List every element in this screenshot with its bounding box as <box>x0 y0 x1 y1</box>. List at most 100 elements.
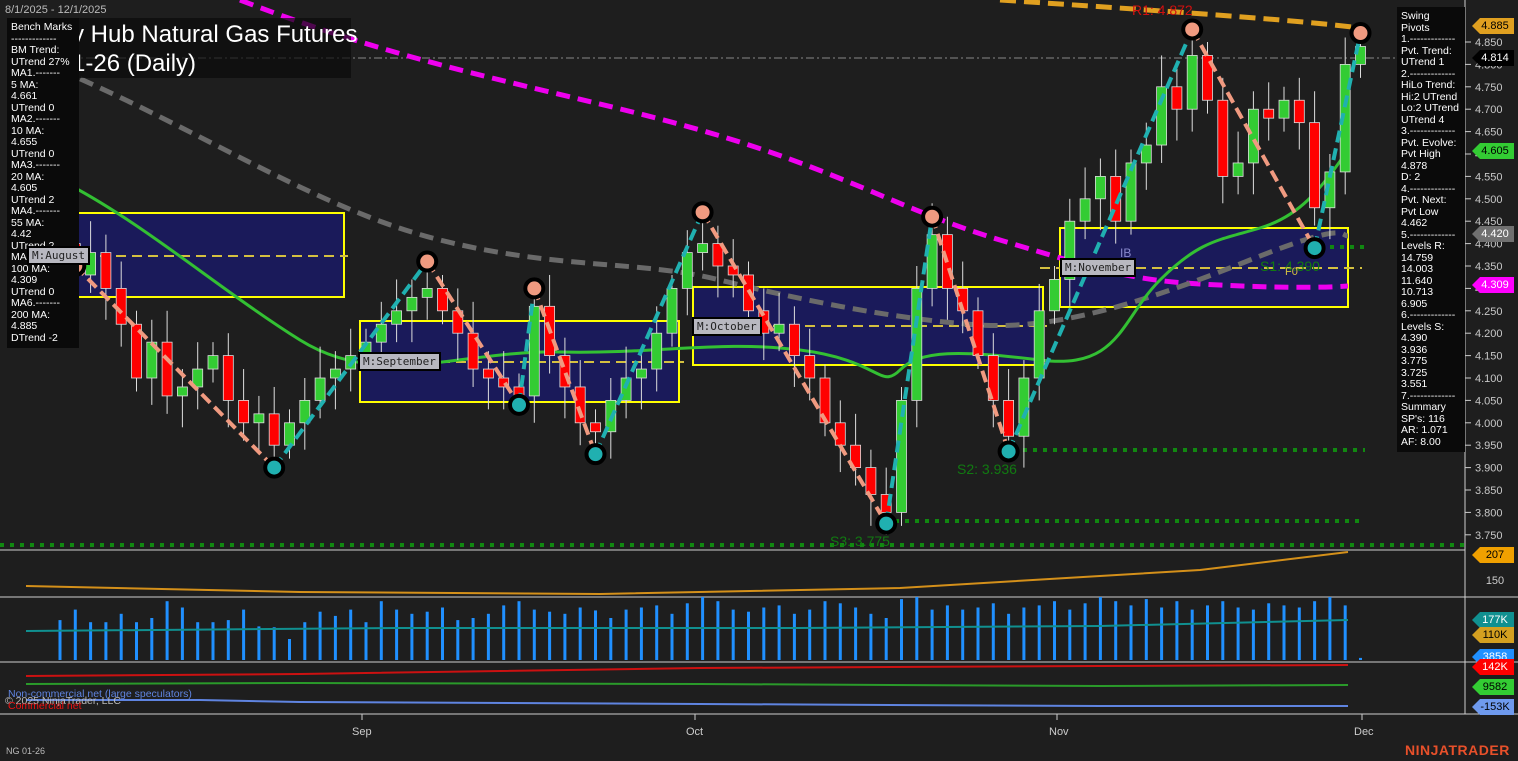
pivot-high-marker <box>1181 18 1204 41</box>
volume-bar <box>456 620 460 660</box>
commercial-net-line <box>25 664 1349 677</box>
benchmarks-line: 4.661 <box>11 90 38 102</box>
volume-bar <box>150 618 154 660</box>
y-tick-label: 3.900 <box>1475 463 1503 475</box>
candle <box>421 287 433 298</box>
volume-bar <box>425 611 429 660</box>
pivot-low-marker <box>1303 237 1326 260</box>
x-axis-ticks <box>361 714 1363 720</box>
volume-bar <box>884 618 888 660</box>
volume-bar <box>1251 609 1255 660</box>
swing-leg <box>700 211 888 525</box>
swing_pivots-line: 6.------------- <box>1401 309 1456 321</box>
volume-bar <box>379 601 383 660</box>
candle <box>834 422 846 446</box>
candle <box>391 310 403 325</box>
pivot-low-marker <box>263 456 286 479</box>
volume-bar <box>991 603 995 660</box>
volume-bar <box>1297 607 1301 660</box>
pivot-low-marker <box>997 440 1020 463</box>
volume-bar <box>89 622 93 660</box>
volume-bar <box>532 609 536 660</box>
candle <box>1033 310 1045 379</box>
swing_pivots-line: D: 2 <box>1401 171 1421 183</box>
volume-bar <box>135 622 138 660</box>
month-label-november: M:November <box>1060 258 1137 277</box>
swing_pivots-line: 3.551 <box>1401 378 1428 390</box>
volume-bar <box>242 609 246 660</box>
volume-bar <box>272 627 276 660</box>
volume-bar <box>1007 613 1011 660</box>
noncommercial-net-line <box>26 699 1348 707</box>
volume-bar <box>1221 601 1225 660</box>
volume-bar <box>731 609 735 660</box>
benchmarks-line: DTrend -2 <box>11 331 58 344</box>
swing_pivots-line: Pvt. Next: <box>1401 194 1447 206</box>
y-tick-label: 4.250 <box>1475 306 1503 318</box>
candle <box>100 252 112 289</box>
volume-bar <box>1175 601 1179 660</box>
y-tick-label: 4.500 <box>1475 194 1503 206</box>
swing_pivots-line: Swing Pivots <box>1401 10 1430 34</box>
benchmarks-line: MA2.------- <box>11 113 60 125</box>
volume-bar <box>563 613 567 660</box>
candle <box>789 323 800 356</box>
pivot-low-marker <box>584 443 607 466</box>
x-label-nov: Nov <box>1049 726 1069 738</box>
volume-bar <box>1313 601 1317 660</box>
volume-bar <box>410 613 414 660</box>
volume-bar <box>288 639 291 660</box>
y-tick-label: 3.800 <box>1475 507 1503 519</box>
benchmarks-line: MA1.------- <box>11 67 60 79</box>
volume-bar <box>792 613 796 660</box>
month-label-september: M:September <box>358 352 441 371</box>
candle <box>896 399 907 513</box>
candle <box>697 243 708 253</box>
benchmarks-line: Bench Marks <box>11 21 73 33</box>
candle <box>1293 99 1305 124</box>
price-chart[interactable]: 4.8504.8004.7504.7004.6504.6004.5504.500… <box>0 0 1518 761</box>
axis-tag: 4.814 <box>1472 50 1514 66</box>
volume-bar <box>1037 605 1041 660</box>
candle <box>1232 162 1244 177</box>
ninjatrader-logo: NINJATRADER <box>1405 742 1510 758</box>
volume-bar <box>486 613 490 660</box>
candle <box>681 252 693 289</box>
volume-bar <box>854 607 858 660</box>
candle <box>590 422 601 433</box>
benchmarks-line: 4.42 <box>11 228 32 240</box>
y-tick-label: 4.000 <box>1475 418 1503 430</box>
pivot-low-marker <box>508 393 530 416</box>
volume-bar <box>1129 605 1133 660</box>
x-label-sep: Sep <box>352 726 372 738</box>
benchmarks-panel: Bench Marks ------------- BM Trend: UTrend … <box>7 18 79 348</box>
y-tick-label: 4.150 <box>1475 351 1503 363</box>
candle <box>284 422 295 446</box>
volume-bar <box>1083 603 1087 660</box>
volume-bar <box>211 622 215 660</box>
volume-bar <box>716 601 720 660</box>
pivot-low-marker <box>875 512 898 535</box>
pivot-high-marker <box>523 277 546 300</box>
volume-bar <box>196 622 200 660</box>
y-tick-label: 4.700 <box>1475 104 1503 116</box>
y-tick-label: 3.750 <box>1475 530 1503 542</box>
candle <box>666 287 678 334</box>
candle <box>222 355 234 401</box>
volume-bar <box>976 607 980 660</box>
other-net-line <box>25 681 1349 688</box>
y-tick-label: 4.750 <box>1475 82 1503 94</box>
candle <box>1171 86 1183 110</box>
axis-tag: 4.885 <box>1472 18 1514 34</box>
swing_pivots-line: Levels R: <box>1401 240 1445 252</box>
swing_pivots-line: HiLo Trend: <box>1401 79 1456 91</box>
volume-bar <box>318 611 322 660</box>
candle <box>1079 198 1091 222</box>
volume-bar <box>777 605 781 660</box>
candle <box>1125 162 1137 222</box>
y-tick-label: 4.100 <box>1475 373 1503 385</box>
benchmarks-line: 4.605 <box>11 182 38 194</box>
swing_pivots-line: 4.462 <box>1401 217 1428 229</box>
legend-commercial: Commercial net <box>8 700 82 712</box>
candle <box>865 467 877 495</box>
